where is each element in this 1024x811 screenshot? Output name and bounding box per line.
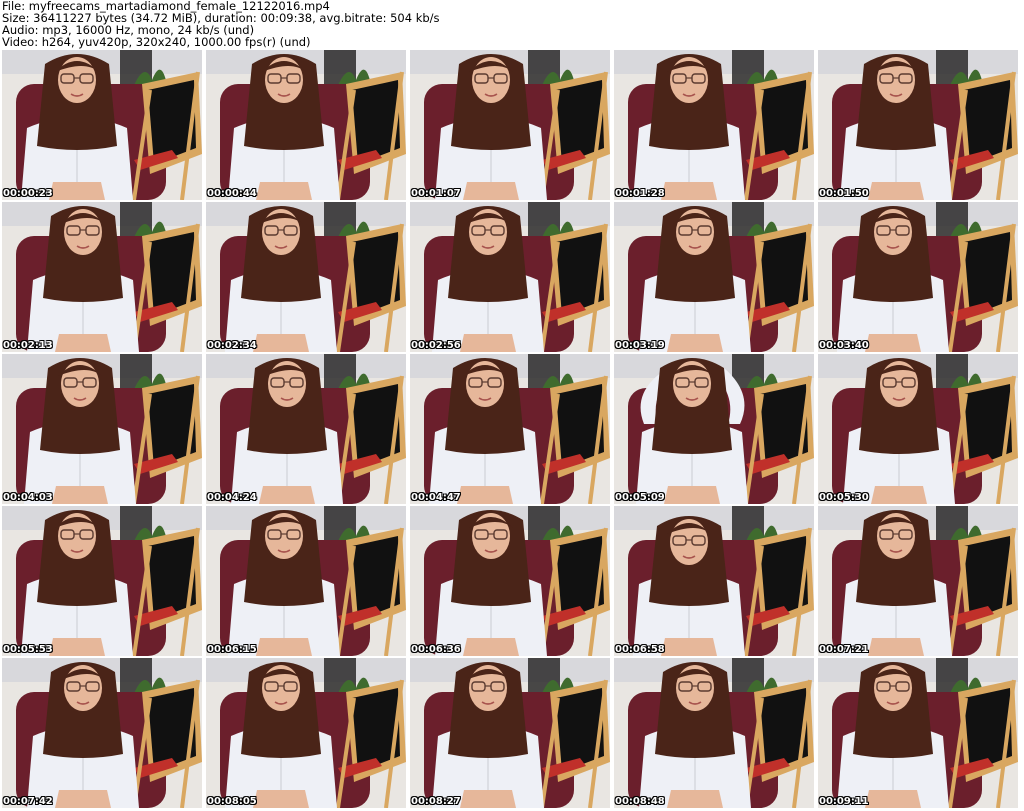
thumbnail-frame: 00:04:03 <box>2 354 202 504</box>
frame-timestamp: 00:04:24 <box>207 492 257 503</box>
frame-image <box>206 50 406 200</box>
frame-image <box>614 354 814 504</box>
frame-timestamp: 00:08:27 <box>411 796 461 807</box>
thumbnail-grid: 00:00:23 00:00:44 00:01:07 00:01:28 00:0… <box>2 50 1022 809</box>
frame-image <box>410 658 610 808</box>
frame-timestamp: 00:01:50 <box>819 188 869 199</box>
frame-image <box>206 658 406 808</box>
thumbnail-frame: 00:06:36 <box>410 506 610 656</box>
thumbnail-frame: 00:05:53 <box>2 506 202 656</box>
frame-timestamp: 00:02:13 <box>3 340 53 351</box>
frame-timestamp: 00:01:07 <box>411 188 461 199</box>
frame-timestamp: 00:04:47 <box>411 492 461 503</box>
thumbnail-frame: 00:07:42 <box>2 658 202 808</box>
thumbnail-frame: 00:09:11 <box>818 658 1018 808</box>
frame-image <box>818 354 1018 504</box>
frame-image <box>818 506 1018 656</box>
thumbnail-frame: 00:05:30 <box>818 354 1018 504</box>
frame-image <box>614 50 814 200</box>
thumbnail-frame: 00:01:50 <box>818 50 1018 200</box>
thumbnail-frame: 00:01:07 <box>410 50 610 200</box>
frame-timestamp: 00:05:53 <box>3 644 53 655</box>
frame-timestamp: 00:05:09 <box>615 492 665 503</box>
frame-image <box>410 354 610 504</box>
frame-image <box>2 50 202 200</box>
frame-image <box>410 202 610 352</box>
frame-image <box>818 50 1018 200</box>
frame-image <box>410 50 610 200</box>
frame-image <box>206 354 406 504</box>
frame-timestamp: 00:03:40 <box>819 340 869 351</box>
frame-image <box>818 202 1018 352</box>
frame-timestamp: 00:04:03 <box>3 492 53 503</box>
frame-image <box>2 354 202 504</box>
frame-timestamp: 00:07:42 <box>3 796 53 807</box>
thumbnail-frame: 00:02:56 <box>410 202 610 352</box>
thumbnail-frame: 00:08:27 <box>410 658 610 808</box>
thumbnail-frame: 00:06:15 <box>206 506 406 656</box>
frame-timestamp: 00:02:34 <box>207 340 257 351</box>
file-info-header: File: myfreecams_martadiamond_female_121… <box>2 0 1022 48</box>
frame-timestamp: 00:08:05 <box>207 796 257 807</box>
thumbnail-frame: 00:00:23 <box>2 50 202 200</box>
frame-timestamp: 00:03:19 <box>615 340 665 351</box>
frame-timestamp: 00:00:23 <box>3 188 53 199</box>
thumbnail-frame: 00:03:40 <box>818 202 1018 352</box>
frame-timestamp: 00:09:11 <box>819 796 869 807</box>
thumbnail-frame: 00:01:28 <box>614 50 814 200</box>
thumbnail-frame: 00:04:47 <box>410 354 610 504</box>
frame-image <box>2 202 202 352</box>
frame-image <box>614 506 814 656</box>
frame-image <box>614 658 814 808</box>
frame-image <box>2 658 202 808</box>
frame-timestamp: 00:06:36 <box>411 644 461 655</box>
thumbnail-frame: 00:03:19 <box>614 202 814 352</box>
video-line: Video: h264, yuv420p, 320x240, 1000.00 f… <box>2 35 311 49</box>
thumbnail-frame: 00:08:48 <box>614 658 814 808</box>
frame-timestamp: 00:06:58 <box>615 644 665 655</box>
frame-image <box>206 202 406 352</box>
frame-timestamp: 00:05:30 <box>819 492 869 503</box>
thumbnail-frame: 00:02:13 <box>2 202 202 352</box>
frame-image <box>410 506 610 656</box>
thumbnail-frame: 00:07:21 <box>818 506 1018 656</box>
frame-timestamp: 00:08:48 <box>615 796 665 807</box>
frame-timestamp: 00:01:28 <box>615 188 665 199</box>
frame-timestamp: 00:02:56 <box>411 340 461 351</box>
thumbnail-frame: 00:06:58 <box>614 506 814 656</box>
frame-timestamp: 00:00:44 <box>207 188 257 199</box>
thumbnail-frame: 00:04:24 <box>206 354 406 504</box>
thumbnail-frame: 00:02:34 <box>206 202 406 352</box>
frame-image <box>2 506 202 656</box>
frame-image <box>614 202 814 352</box>
thumbnail-frame: 00:00:44 <box>206 50 406 200</box>
frame-image <box>818 658 1018 808</box>
thumbnail-frame: 00:08:05 <box>206 658 406 808</box>
frame-timestamp: 00:07:21 <box>819 644 869 655</box>
frame-timestamp: 00:06:15 <box>207 644 257 655</box>
thumbnail-frame: 00:05:09 <box>614 354 814 504</box>
frame-image <box>206 506 406 656</box>
